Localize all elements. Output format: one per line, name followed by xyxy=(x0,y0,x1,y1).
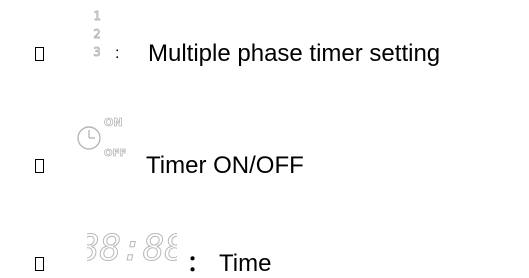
item-label: Multiple phase timer setting xyxy=(148,40,441,67)
bullet-box xyxy=(35,257,44,271)
phase-number-3: 3 xyxy=(93,45,100,59)
item-label: Timer ON/OFF xyxy=(146,152,304,179)
timer-clock-icon: ON OFF xyxy=(77,116,127,159)
phase-number-1: 1 xyxy=(93,9,100,23)
timer-on-text: ON xyxy=(104,116,123,129)
phase-number-2: 2 xyxy=(93,27,100,41)
bullet-box xyxy=(35,47,44,61)
item-separator: ： xyxy=(187,251,210,276)
legend-item-time: 88:88 ： Time xyxy=(0,210,529,277)
timer-off-text: OFF xyxy=(104,148,126,159)
legend-item-phase-timer: 1 2 3 : Multiple phase timer setting xyxy=(0,0,529,67)
phase-numbers-icon: 1 2 3 xyxy=(93,9,101,60)
item-label: Time xyxy=(219,250,272,277)
seven-segment-time-icon: 88:88 xyxy=(87,228,177,266)
bullet-box xyxy=(35,159,44,173)
legend-item-timer-onoff: ON OFF Timer ON/OFF xyxy=(0,110,529,179)
seven-segment-digits: 88:88 xyxy=(87,228,177,266)
item-separator: : xyxy=(115,45,120,62)
